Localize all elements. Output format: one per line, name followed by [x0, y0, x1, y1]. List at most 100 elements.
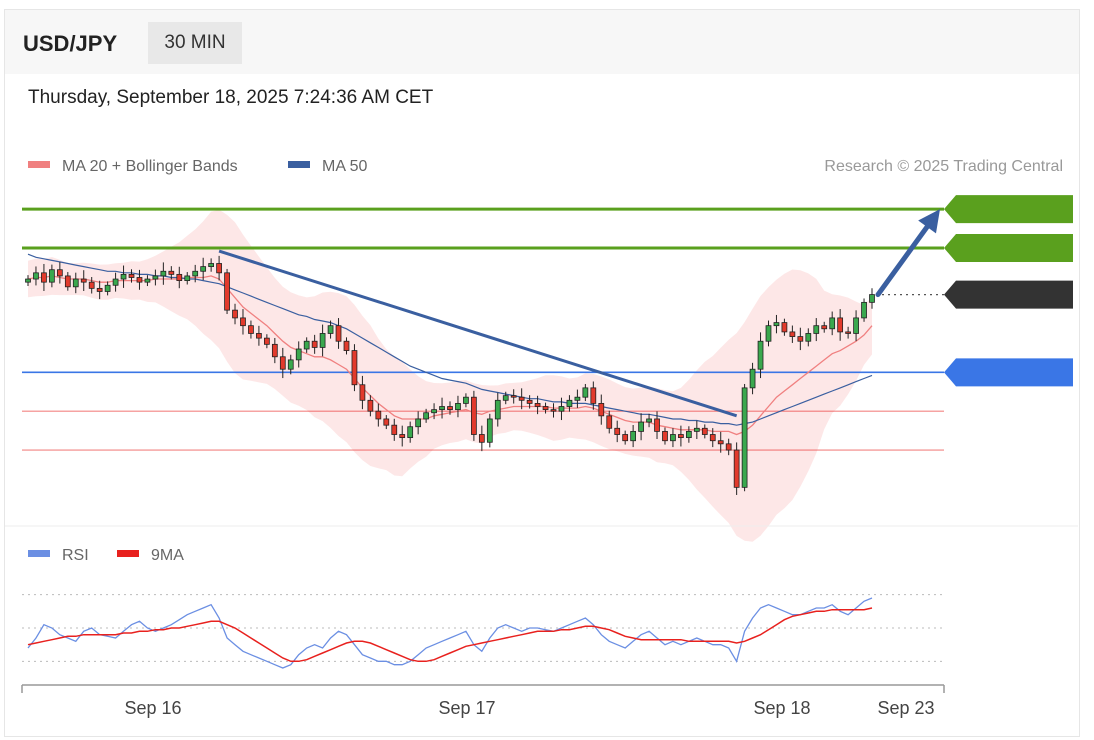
candle-body: [741, 387, 748, 488]
candle-body: [837, 317, 844, 333]
candle-body: [399, 434, 406, 439]
candle-body: [638, 421, 644, 432]
candle-body: [494, 399, 501, 420]
candle-body: [510, 395, 517, 398]
candle-body: [88, 281, 95, 289]
candle-body: [526, 399, 533, 404]
candle-body: [224, 272, 230, 311]
candle-body: [168, 270, 175, 275]
candle-body: [200, 266, 207, 272]
level-tag-147.50: [944, 233, 1073, 262]
main-plot: [22, 195, 1073, 542]
candle-body: [431, 409, 437, 414]
level-tag-147.75: [944, 195, 1073, 224]
candle-body: [853, 317, 859, 334]
candle-body: [574, 396, 581, 401]
candle-body: [359, 384, 366, 401]
candle-body: [144, 278, 151, 283]
candle-body: [654, 418, 660, 432]
candle-body: [104, 284, 111, 292]
candle-body: [773, 322, 780, 327]
candle-body: [319, 333, 326, 348]
research-credit: Research © 2025 Trading Central: [824, 158, 1063, 175]
projection-arrow-head: [918, 209, 940, 234]
candle-body: [343, 340, 350, 351]
candle-body: [295, 348, 302, 361]
x-tick-label: Sep 23: [877, 698, 934, 718]
candle-body: [845, 331, 851, 334]
candle-body: [861, 301, 867, 319]
candle-body: [805, 333, 812, 342]
candle-body: [152, 275, 159, 280]
candle-body: [486, 418, 493, 443]
candle-body: [335, 325, 342, 342]
legend-swatch-9ma: [117, 550, 139, 557]
candle-body: [478, 434, 485, 443]
candle-body: [757, 340, 764, 370]
candle-body: [383, 418, 390, 426]
candle-body: [598, 403, 605, 417]
candle-body: [128, 273, 135, 278]
candle-body: [367, 399, 374, 412]
candle-body: [375, 410, 382, 420]
candle-body: [502, 395, 509, 401]
candle-body: [327, 325, 334, 334]
candle-body: [606, 415, 613, 429]
candle-body: [797, 336, 804, 342]
candle-body: [391, 424, 398, 435]
candle-body: [717, 440, 724, 445]
candle-body: [423, 412, 429, 420]
candle-body: [176, 273, 183, 281]
candle-body: [240, 317, 246, 327]
legend-ma20-label: MA 20 + Bollinger Bands: [62, 158, 238, 175]
legend-9ma-label: 9MA: [151, 547, 184, 564]
candle-body: [80, 278, 87, 283]
candle-body: [64, 275, 71, 288]
candle-body: [455, 403, 461, 411]
candle-body: [96, 287, 103, 292]
bollinger-band: [28, 209, 872, 542]
candle-body: [41, 272, 47, 283]
candle-body: [725, 443, 732, 451]
level-tag-146.70: [944, 358, 1073, 387]
legend-ma50-label: MA 50: [322, 158, 367, 175]
candle-body: [160, 270, 167, 277]
rsi-line: [27, 597, 873, 669]
candle-body: [701, 427, 708, 435]
candle-body: [813, 325, 820, 334]
candle-body: [303, 340, 310, 350]
candle-body: [263, 337, 270, 345]
candle-body: [614, 427, 621, 435]
candle-body: [709, 434, 716, 442]
candle-body: [248, 325, 254, 334]
candle-body: [630, 430, 637, 442]
candle-body: [685, 430, 692, 439]
projection-arrow-shaft: [875, 224, 930, 298]
candle-body: [56, 269, 63, 277]
candle-body: [216, 263, 222, 274]
candle-body: [550, 409, 557, 412]
candle-body: [622, 434, 629, 442]
candle-body: [662, 430, 668, 442]
candle-body: [120, 273, 127, 280]
candle-body: [471, 396, 477, 435]
candle-body: [749, 368, 756, 389]
candle-body: [678, 434, 684, 439]
legend-swatch-rsi: [28, 550, 50, 557]
candle-body: [184, 275, 191, 282]
legend-swatch-ma20: [28, 161, 50, 168]
candle-body: [542, 406, 549, 411]
candle-body: [829, 317, 836, 330]
level-tag-147.20: [944, 280, 1073, 309]
price-chart: MA 20 + Bollinger Bands MA 50 Research ©…: [5, 158, 1078, 718]
candle-body: [112, 278, 119, 286]
candle-body: [33, 272, 39, 280]
candle-body: [136, 277, 143, 283]
candle-body: [518, 396, 525, 401]
candle-body: [271, 343, 278, 358]
candle-body: [821, 325, 828, 330]
x-tick-label: Sep 16: [124, 698, 181, 718]
candle-body: [693, 427, 700, 432]
candle-body: [463, 396, 469, 404]
x-tick-label: Sep 18: [753, 698, 810, 718]
